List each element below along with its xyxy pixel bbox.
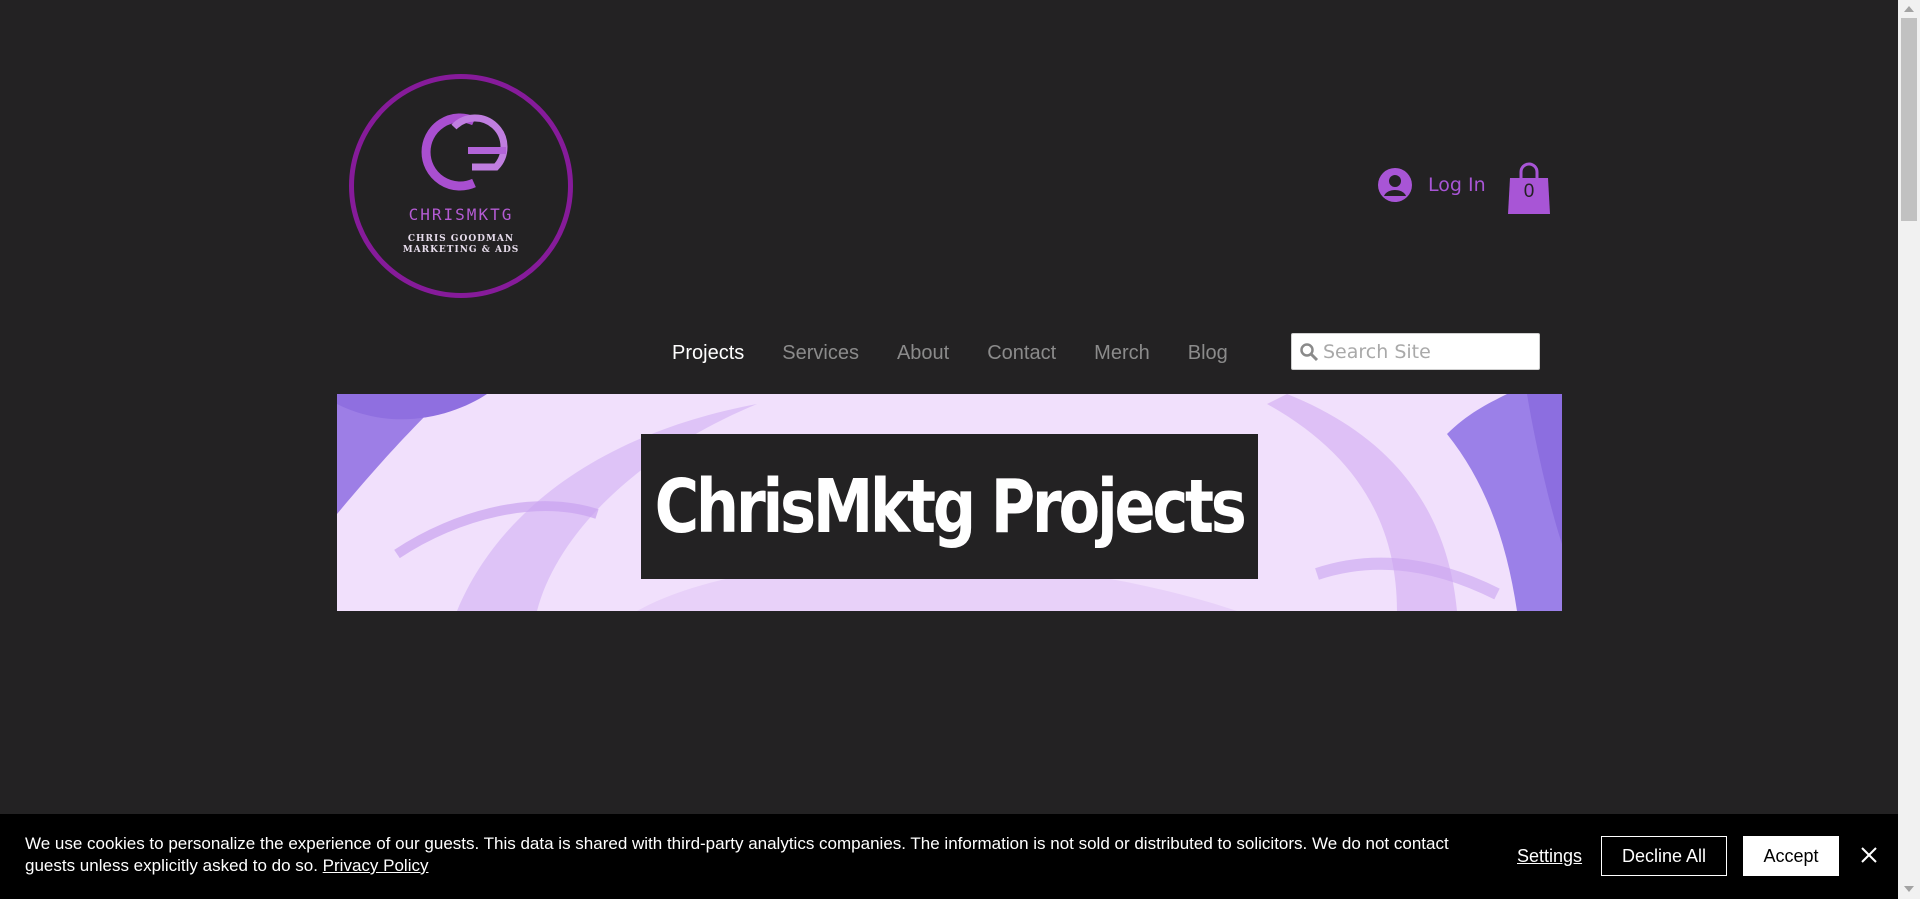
nav-item-projects[interactable]: Projects (653, 342, 763, 365)
main-nav: Projects Services About Contact Merch Bl… (653, 342, 1247, 365)
cookie-message: We use cookies to personalize the experi… (25, 833, 1485, 877)
logo-mark-icon (421, 113, 508, 191)
user-avatar-icon (1378, 168, 1412, 202)
hero-banner: ChrisMktg Projects (337, 394, 1562, 611)
cart-count: 0 (1523, 181, 1535, 202)
site-logo[interactable]: CHRISMKTG CHRIS GOODMAN MARKETING & ADS (349, 74, 573, 298)
cookie-message-text: We use cookies to personalize the experi… (25, 834, 1449, 875)
nav-item-blog[interactable]: Blog (1169, 342, 1247, 365)
nav-item-about[interactable]: About (878, 342, 968, 365)
logo-subtitle-line2: MARKETING & ADS (402, 245, 520, 255)
login-button[interactable]: Log In (1378, 168, 1486, 202)
scrollbar-thumb[interactable] (1901, 18, 1917, 221)
login-label: Log In (1428, 174, 1486, 196)
search-box (1291, 333, 1540, 370)
nav-item-services[interactable]: Services (763, 342, 878, 365)
scroll-down-arrow-icon[interactable] (1904, 886, 1914, 892)
logo-subtitle: CHRIS GOODMAN MARKETING & ADS (403, 234, 520, 256)
decline-all-button[interactable]: Decline All (1601, 836, 1727, 876)
page: CHRISMKTG CHRIS GOODMAN MARKETING & ADS … (0, 0, 1898, 899)
accept-button[interactable]: Accept (1743, 836, 1839, 876)
search-icon[interactable] (1299, 342, 1319, 362)
nav-item-contact[interactable]: Contact (968, 342, 1075, 365)
cookie-consent-bar: We use cookies to personalize the experi… (0, 814, 1898, 899)
page-title: ChrisMktg Projects (655, 463, 1247, 550)
vertical-scrollbar[interactable] (1898, 0, 1920, 899)
scroll-up-arrow-icon[interactable] (1904, 6, 1914, 12)
banner-title-box: ChrisMktg Projects (641, 434, 1258, 579)
search-input[interactable] (1323, 340, 1523, 363)
cart-button[interactable]: 0 (1506, 160, 1552, 216)
logo-subtitle-line1: CHRIS GOODMAN (407, 234, 515, 244)
logo-name: CHRISMKTG (408, 205, 514, 224)
nav-item-merch[interactable]: Merch (1075, 342, 1169, 365)
close-icon[interactable] (1858, 844, 1880, 866)
privacy-policy-link[interactable]: Privacy Policy (323, 856, 429, 875)
cookie-settings-link[interactable]: Settings (1517, 846, 1582, 867)
